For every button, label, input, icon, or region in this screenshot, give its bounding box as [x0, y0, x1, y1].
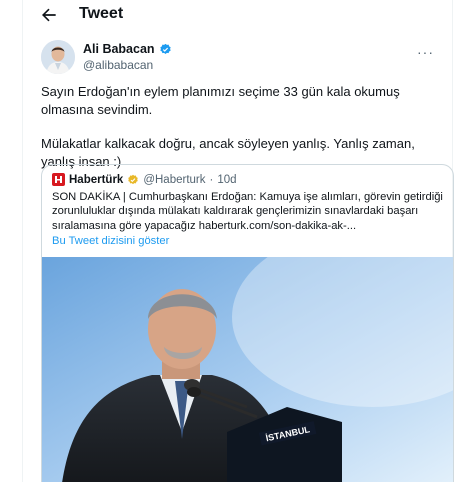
- haberturk-logo-icon: [52, 173, 65, 186]
- tweet-paragraph: Sayın Erdoğan'ın eylem planımızı seçime …: [41, 84, 400, 117]
- quoted-text: SON DAKİKA | Cumhurbaşkanı Erdoğan: Kamu…: [52, 191, 443, 232]
- speaker-photo: İSTANBUL: [42, 257, 453, 482]
- show-thread-link[interactable]: Bu Tweet dizisini göster: [52, 235, 169, 247]
- verified-badge-icon: [159, 43, 171, 54]
- quoted-author-handle[interactable]: @Haberturk: [143, 174, 205, 186]
- quoted-author-name[interactable]: Habertürk: [69, 174, 123, 186]
- separator-dot: ·: [209, 173, 214, 186]
- avatar-image: [41, 40, 75, 74]
- header: Tweet: [23, 0, 452, 30]
- arrow-left-icon[interactable]: [39, 5, 59, 25]
- avatar[interactable]: [41, 40, 75, 74]
- quoted-tweet[interactable]: Habertürk @Haberturk · 10d SON DAKİKA | …: [41, 164, 454, 482]
- tweet-column: Tweet Ali Babacan @alibabacan ··· Sayın …: [22, 0, 454, 482]
- author-handle[interactable]: @alibabacan: [83, 58, 153, 72]
- author-row: Ali Babacan: [83, 42, 172, 56]
- author-name[interactable]: Ali Babacan: [83, 42, 155, 56]
- quoted-tweet-header: Habertürk @Haberturk · 10d: [52, 173, 237, 186]
- quoted-photo[interactable]: İSTANBUL: [42, 257, 453, 482]
- gold-verified-badge-icon: [128, 174, 139, 184]
- more-icon[interactable]: ···: [417, 44, 434, 60]
- page-title: Tweet: [79, 5, 124, 22]
- quoted-time[interactable]: 10d: [217, 174, 236, 186]
